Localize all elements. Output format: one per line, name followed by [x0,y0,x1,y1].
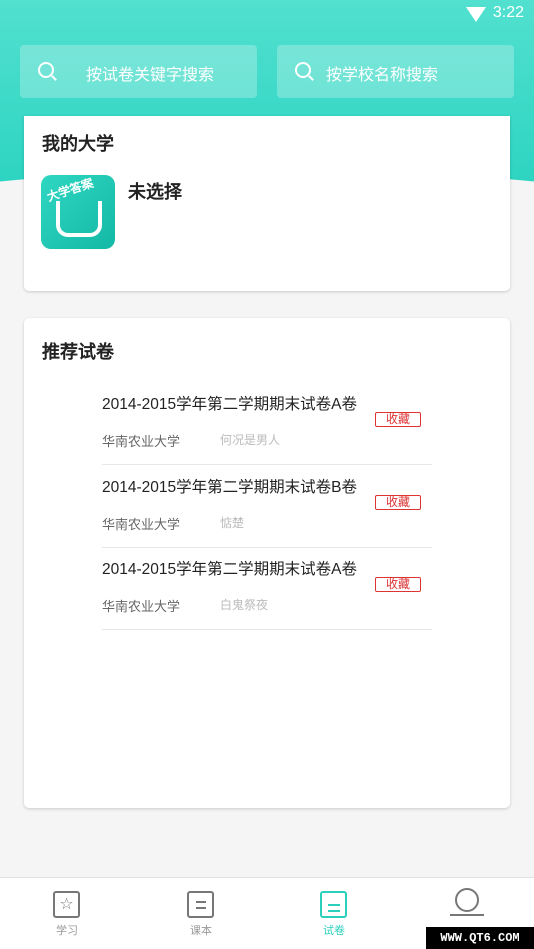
paper-title: 2014-2015学年第二学期期末试卷A卷 [102,561,357,578]
tab-papers[interactable]: 试卷 [267,878,401,949]
watermark: WWW.QT6.COM [426,927,534,949]
paper-author: 何况是男人 [220,433,281,447]
tab-textbook-label: 课本 [190,924,212,937]
favorite-button[interactable]: 收藏 [375,577,421,592]
paper-author: 惦楚 [220,516,245,530]
tab-textbook[interactable]: 课本 [134,878,268,949]
university-name[interactable]: 未选择 [128,178,182,204]
paper-icon [320,891,347,918]
book-icon [187,891,214,918]
my-university-title: 我的大学 [42,134,114,155]
university-logo[interactable]: 大学答案 [41,175,115,249]
paper-school: 华南农业大学 [102,600,181,615]
recommended-title: 推荐试卷 [42,342,114,363]
paper-list-item[interactable]: 2014-2015学年第二学期期末试卷B卷 华南农业大学 惦楚 收藏 [102,465,432,548]
star-icon: ☆ [53,891,80,918]
logo-mark [56,201,102,237]
paper-search-placeholder: 按试卷关键字搜索 [86,65,215,84]
recommended-papers-card: 推荐试卷 2014-2015学年第二学期期末试卷A卷 华南农业大学 何况是男人 … [24,318,510,808]
paper-school: 华南农业大学 [102,518,181,533]
paper-search-input[interactable]: 按试卷关键字搜索 [20,45,257,98]
status-bar: 3:22 [0,0,534,28]
paper-school: 华南农业大学 [102,435,181,450]
paper-title: 2014-2015学年第二学期期末试卷B卷 [102,479,357,496]
tab-study[interactable]: ☆ 学习 [0,878,134,949]
wifi-icon [466,7,486,22]
tab-study-label: 学习 [56,924,78,937]
profile-icon [455,888,479,912]
search-icon [38,62,54,78]
school-search-placeholder: 按学校名称搜索 [326,65,439,84]
paper-list-item[interactable]: 2014-2015学年第二学期期末试卷A卷 华南农业大学 白鬼祭夜 收藏 [102,547,432,630]
search-icon [295,62,311,78]
paper-list-item[interactable]: 2014-2015学年第二学期期末试卷A卷 华南农业大学 何况是男人 收藏 [102,382,432,465]
tab-papers-label: 试卷 [323,924,345,937]
paper-author: 白鬼祭夜 [220,598,269,612]
favorite-button[interactable]: 收藏 [375,412,421,427]
favorite-button[interactable]: 收藏 [375,495,421,510]
my-university-card: 我的大学 大学答案 未选择 [24,116,510,291]
paper-title: 2014-2015学年第二学期期末试卷A卷 [102,396,357,413]
profile-base [450,914,484,916]
school-search-input[interactable]: 按学校名称搜索 [277,45,514,98]
status-time: 3:22 [492,4,524,21]
